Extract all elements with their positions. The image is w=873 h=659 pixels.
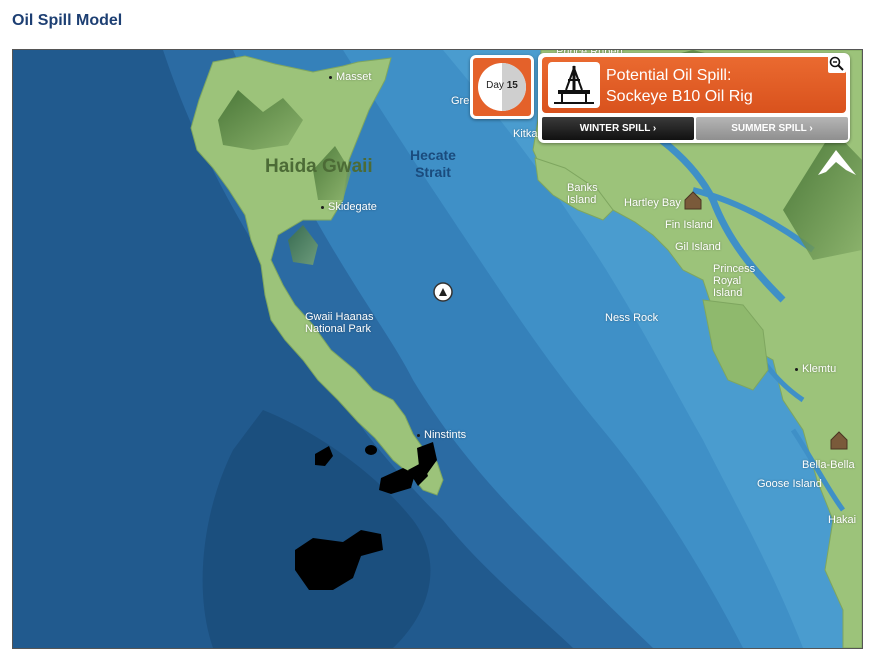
spill-info-panel: Potential Oil Spill: Sockeye B10 Oil Rig… <box>538 53 850 143</box>
summer-spill-button[interactable]: SUMMER SPILL › <box>696 117 848 140</box>
place-skidegate[interactable]: Skidegate <box>321 201 377 213</box>
haida-gwaii-label: Haida Gwaii <box>265 156 373 177</box>
day-counter: Day 15 <box>470 55 534 119</box>
oil-rig-icon <box>548 62 600 108</box>
page-title: Oil Spill Model <box>12 12 123 29</box>
place-bella-bella[interactable]: Bella-Bella <box>802 459 855 471</box>
spill-title-line2: Sockeye B10 Oil Rig <box>606 88 753 105</box>
place-ninstints[interactable]: Ninstints <box>417 429 466 441</box>
hecate-strait-label: Hecate Strait <box>410 147 456 180</box>
day-number: 15 <box>506 80 518 91</box>
place-masset[interactable]: Masset <box>329 71 371 83</box>
chevron-right-icon: › <box>809 123 813 134</box>
place-banks-island[interactable]: Banks Island <box>567 182 607 206</box>
zoom-button[interactable] <box>828 55 846 73</box>
place-ness-rock[interactable]: Ness Rock <box>605 312 658 324</box>
spill-title-line1: Potential Oil Spill: <box>606 67 732 84</box>
place-grenville-partial[interactable]: Gre <box>451 95 469 107</box>
place-klemtu[interactable]: Klemtu <box>795 363 836 375</box>
place-hartley-bay[interactable]: Hartley Bay <box>624 197 681 209</box>
spill-title: Potential Oil Spill: Sockeye B10 Oil Rig <box>606 65 831 107</box>
place-hakai[interactable]: Hakai <box>828 514 856 526</box>
day-label: Day 15 <box>473 80 531 91</box>
place-gwaii-haanas[interactable]: Gwaii Haanas National Park <box>305 311 385 335</box>
spill-header: Potential Oil Spill: Sockeye B10 Oil Rig <box>542 57 846 113</box>
magnifier-icon <box>829 56 844 71</box>
winter-spill-button[interactable]: WINTER SPILL › <box>542 117 694 140</box>
place-princess-royal-island[interactable]: Princess Royal Island <box>713 263 773 299</box>
chevron-right-icon: › <box>652 123 657 134</box>
day-prefix: Day <box>486 80 504 91</box>
place-gil-island[interactable]: Gil Island <box>675 241 721 253</box>
oil-rig-marker-icon <box>433 282 453 302</box>
summer-spill-label: SUMMER SPILL <box>731 123 807 134</box>
oil-spill-map[interactable]: Haida Gwaii Hecate Strait Masset Skidega… <box>12 49 863 649</box>
place-fin-island[interactable]: Fin Island <box>665 219 713 231</box>
oil-slick <box>365 445 377 455</box>
winter-spill-label: WINTER SPILL <box>579 123 651 134</box>
place-goose-island[interactable]: Goose Island <box>757 478 822 490</box>
place-kitkatla-partial[interactable]: Kitka <box>513 128 537 140</box>
